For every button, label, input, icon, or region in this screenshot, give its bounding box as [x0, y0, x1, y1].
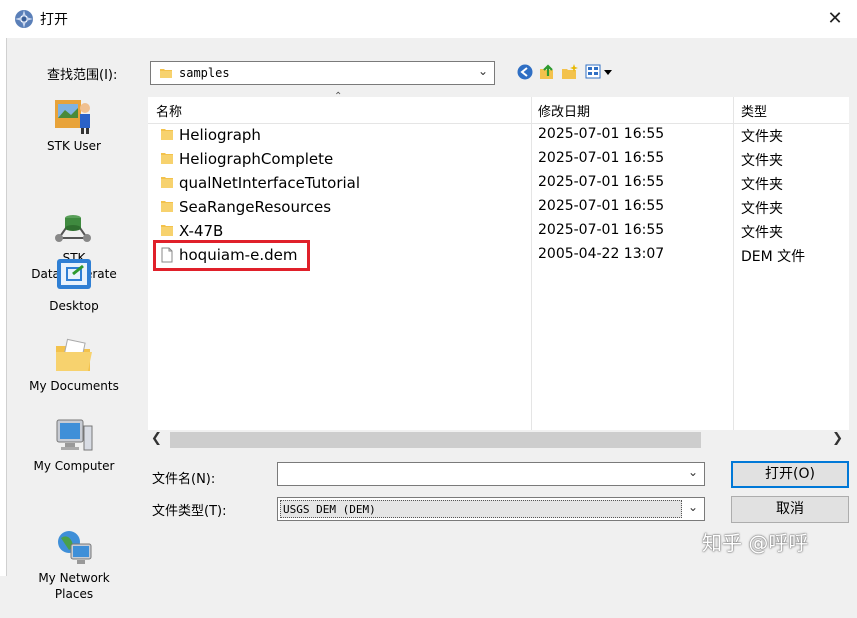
sort-ascending-icon: ⌃: [334, 91, 343, 102]
place-desktop[interactable]: Desktop: [15, 256, 133, 314]
place-label: STK User: [47, 139, 101, 153]
cancel-button[interactable]: 取消: [731, 496, 849, 523]
up-folder-icon[interactable]: [538, 63, 556, 81]
place-my-network-places[interactable]: My Network Places: [15, 496, 133, 618]
view-menu-icon[interactable]: [585, 63, 615, 81]
file-row[interactable]: Heliograph 2025-07-01 16:55 文件夹: [148, 123, 849, 147]
title-bar: 打开 ✕: [0, 0, 857, 38]
file-date: 2025-07-01 16:55: [538, 174, 665, 190]
my-computer-icon: [53, 416, 95, 456]
chevron-down-icon[interactable]: ⌄: [688, 500, 698, 514]
file-name: X-47B: [179, 222, 224, 240]
column-header-name[interactable]: 名称: [156, 101, 182, 120]
look-in-value: samples: [179, 66, 230, 80]
file-date: 2025-07-01 16:55: [538, 126, 665, 142]
place-my-computer[interactable]: My Computer: [15, 416, 133, 474]
places-bar: STK User STK Data Federate Desktop My Do…: [15, 88, 133, 601]
folder-icon: [160, 127, 174, 141]
new-folder-icon[interactable]: [561, 63, 579, 81]
file-name: Heliograph: [179, 126, 261, 144]
look-in-label: 查找范围(I):: [47, 68, 118, 83]
chevron-down-icon[interactable]: ⌄: [478, 64, 488, 78]
place-stk-user[interactable]: STK User: [15, 96, 133, 154]
chevron-down-icon[interactable]: ⌄: [688, 465, 698, 479]
file-type: 文件夹: [741, 129, 783, 145]
place-label: My Documents: [29, 379, 119, 393]
place-label: Desktop: [49, 299, 99, 313]
desktop-icon: [53, 256, 95, 296]
column-header-date[interactable]: 修改日期: [538, 101, 590, 120]
back-icon[interactable]: [516, 63, 534, 81]
close-button[interactable]: ✕: [823, 7, 847, 31]
window-title: 打开: [40, 12, 68, 28]
folder-icon: [160, 175, 174, 189]
scroll-left-icon[interactable]: ❮: [151, 431, 162, 446]
folder-icon: [159, 66, 173, 84]
folder-icon: [160, 199, 174, 213]
horizontal-scrollbar[interactable]: ❮ ❯: [148, 430, 849, 450]
column-header-type[interactable]: 类型: [741, 101, 767, 120]
file-type: DEM 文件: [741, 249, 806, 265]
file-name: HeliographComplete: [179, 150, 334, 168]
place-label: My Computer: [33, 459, 115, 473]
look-in-combobox[interactable]: samples ⌄: [150, 61, 495, 85]
file-name: SeaRangeResources: [179, 198, 332, 216]
place-label: My Network Places: [38, 571, 110, 601]
file-row[interactable]: SeaRangeResources 2025-07-01 16:55 文件夹: [148, 195, 849, 219]
filetype-select[interactable]: USGS DEM (DEM) ⌄: [277, 497, 705, 521]
file-date: 2025-07-01 16:55: [538, 198, 665, 214]
filetype-label: 文件类型(T):: [152, 504, 227, 519]
filename-label: 文件名(N):: [152, 472, 216, 487]
scroll-right-icon[interactable]: ❯: [832, 431, 843, 446]
file-type: 文件夹: [741, 177, 783, 193]
file-name: qualNetInterfaceTutorial: [179, 174, 361, 192]
file-date: 2025-07-01 16:55: [538, 150, 665, 166]
background-window-edge: [0, 38, 7, 576]
stk-data-federate-icon: [53, 192, 95, 242]
stk-user-icon: [53, 96, 95, 136]
annotation-highlight-box: [153, 240, 310, 271]
file-type: 文件夹: [741, 201, 783, 217]
file-type: 文件夹: [741, 153, 783, 169]
filetype-selected-item: USGS DEM (DEM): [280, 500, 682, 518]
file-row[interactable]: qualNetInterfaceTutorial 2025-07-01 16:5…: [148, 171, 849, 195]
filetype-value: USGS DEM (DEM): [283, 503, 376, 516]
folder-icon: [160, 223, 174, 237]
my-network-places-icon: [53, 512, 95, 564]
folder-icon: [160, 151, 174, 165]
file-date: 2025-07-01 16:55: [538, 222, 665, 238]
watermark: 知乎 @呼呼: [702, 531, 809, 555]
my-documents-icon: [53, 336, 95, 376]
filename-input[interactable]: ⌄: [277, 462, 705, 486]
file-list-header: ⌃ 名称 修改日期 类型: [148, 91, 849, 124]
file-row[interactable]: HeliographComplete 2025-07-01 16:55 文件夹: [148, 147, 849, 171]
file-type: 文件夹: [741, 225, 783, 241]
file-date: 2005-04-22 13:07: [538, 246, 665, 262]
place-my-documents[interactable]: My Documents: [15, 336, 133, 394]
scrollbar-thumb[interactable]: [170, 432, 701, 448]
open-button[interactable]: 打开(O): [731, 461, 849, 488]
app-icon: [14, 9, 34, 29]
